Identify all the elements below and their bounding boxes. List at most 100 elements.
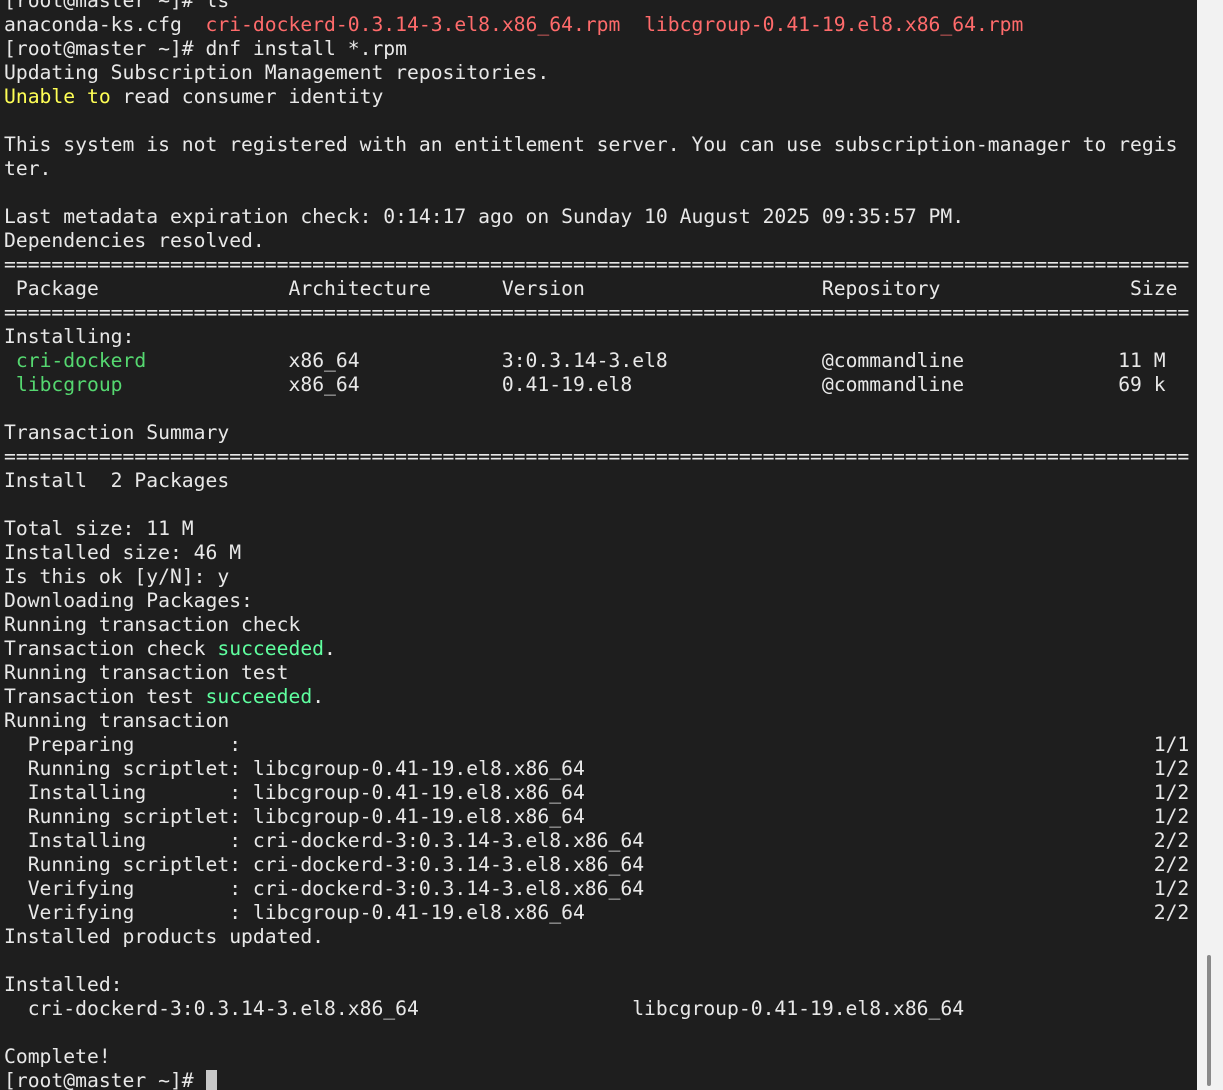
terminal-line: Verifying : libcgroup-0.41-19.el8.x86_64… — [4, 901, 1190, 925]
text-segment: Running transaction — [4, 709, 230, 732]
text-segment: Installing : libcgroup-0.41-19.el8.x86_6… — [4, 781, 1190, 804]
text-segment: . — [312, 685, 325, 708]
text-segment: Running scriptlet: libcgroup-0.41-19.el8… — [4, 757, 1190, 780]
text-segment: ========================================… — [4, 445, 1190, 468]
colored-text: libcgroup-0.41-19.el8.x86_64.rpm — [644, 13, 1024, 36]
terminal-line: ========================================… — [4, 301, 1189, 325]
text-segment: [root@master ~]# dnf install *.rpm — [4, 37, 407, 60]
terminal-line: Preparing : 1/1 — [4, 733, 1190, 757]
text-segment — [4, 349, 16, 372]
terminal-line: This system is not registered with an en… — [4, 133, 1189, 157]
terminal-line: Updating Subscription Management reposit… — [4, 61, 1189, 85]
terminal-line: [root@master ~]# dnf install *.rpm — [4, 37, 1189, 61]
terminal-line: Downloading Packages: — [4, 589, 1189, 613]
terminal-line: Running scriptlet: libcgroup-0.41-19.el8… — [4, 805, 1190, 829]
terminal-line: Transaction check succeeded. — [4, 637, 1189, 661]
terminal-line: Running transaction test — [4, 661, 1189, 685]
terminal-line: Verifying : cri-dockerd-3:0.3.14-3.el8.x… — [4, 877, 1190, 901]
terminal-line: Installed products updated. — [4, 925, 1189, 949]
terminal-line: Transaction test succeeded. — [4, 685, 1189, 709]
text-segment: . — [324, 637, 336, 660]
terminal-line: ========================================… — [4, 253, 1189, 277]
text-segment: Transaction Summary — [4, 421, 230, 444]
text-segment: Installed: — [4, 973, 123, 996]
text-segment: Running transaction test — [4, 661, 289, 684]
text-segment: read consumer identity — [110, 85, 384, 108]
terminal-output: [root@master ~]# ls anaconda-ks.cfg cri-d… — [4, 0, 1189, 1090]
text-segment: Installing: — [4, 325, 135, 348]
text-segment: ========================================… — [4, 301, 1190, 324]
terminal-line: Last metadata expiration check: 0:14:17 … — [4, 205, 1189, 229]
text-segment: Updating Subscription Management reposit… — [4, 61, 550, 84]
text-segment: Total size: 11 M — [4, 517, 194, 540]
text-segment: Downloading Packages: — [4, 589, 253, 612]
text-segment: Complete! — [4, 1045, 111, 1068]
text-segment: Running scriptlet: cri-dockerd-3:0.3.14-… — [4, 853, 1190, 876]
text-segment: cri-dockerd-3:0.3.14-3.el8.x86_64 libcgr… — [4, 997, 965, 1020]
text-segment: x86_64 3:0.3.14-3.el8 @commandline 11 M — [146, 349, 1166, 372]
prompt-line[interactable]: [root@master ~]# — [4, 1069, 1189, 1090]
text-segment: Verifying : libcgroup-0.41-19.el8.x86_64… — [4, 901, 1190, 924]
text-segment: Last metadata expiration check: 0:14:17 … — [4, 205, 965, 228]
text-segment: Installed products updated. — [4, 925, 325, 948]
text-segment: This system is not registered with an en… — [4, 133, 1178, 156]
text-segment: ter. — [4, 157, 52, 180]
terminal-line: Unable to read consumer identity — [4, 85, 1189, 109]
text-segment: Running transaction check — [4, 613, 301, 636]
text-segment: Package Architecture Version Repository … — [4, 277, 1178, 300]
terminal-line: Complete! — [4, 1045, 1189, 1069]
colored-text: succeeded — [217, 637, 325, 660]
terminal-line: Installing : libcgroup-0.41-19.el8.x86_6… — [4, 781, 1190, 805]
colored-text: cri-dockerd — [15, 349, 147, 372]
terminal-line: Running scriptlet: libcgroup-0.41-19.el8… — [4, 757, 1190, 781]
scrollbar-thumb[interactable] — [1207, 955, 1211, 1086]
terminal-line: Installed: — [4, 973, 1189, 997]
terminal-line: anaconda-ks.cfg cri-dockerd-0.3.14-3.el8… — [4, 13, 1189, 37]
terminal-line: Install 2 Packages — [4, 469, 1189, 493]
terminal-line: Installing: — [4, 325, 1189, 349]
terminal-line: Installed size: 46 M — [4, 541, 1189, 565]
text-segment: Installing : cri-dockerd-3:0.3.14-3.el8.… — [4, 829, 1190, 852]
terminal-line: [root@master ~]# ls — [4, 0, 1189, 13]
terminal-line: libcgroup x86_64 0.41-19.el8 @commandlin… — [4, 373, 1189, 397]
colored-text: Unable to — [4, 85, 111, 108]
shell-prompt: [root@master ~]# — [4, 1069, 206, 1090]
text-segment: Preparing : 1/1 — [4, 733, 1190, 756]
text-segment: Installed size: 46 M — [4, 541, 242, 564]
text-segment: Running scriptlet: libcgroup-0.41-19.el8… — [4, 805, 1190, 828]
text-segment: anaconda-ks.cfg — [4, 13, 206, 36]
text-segment: x86_64 0.41-19.el8 @commandline 69 k — [122, 373, 1166, 396]
scrollbar[interactable] — [1197, 0, 1223, 1090]
terminal-line: Running transaction check — [4, 613, 1189, 637]
text-segment: Transaction test — [4, 685, 206, 708]
text-segment — [4, 373, 16, 396]
terminal-line: Package Architecture Version Repository … — [4, 277, 1189, 301]
terminal-line: ========================================… — [4, 445, 1189, 469]
terminal-line: ter. — [4, 157, 1189, 181]
colored-text: cri-dockerd-0.3.14-3.el8.x86_64.rpm — [205, 13, 621, 36]
terminal-line: Is this ok [y/N]: y — [4, 565, 1189, 589]
colored-text: succeeded — [205, 685, 313, 708]
terminal-line: Transaction Summary — [4, 421, 1189, 445]
terminal-line: Dependencies resolved. — [4, 229, 1189, 253]
terminal-window[interactable]: [root@master ~]# ls anaconda-ks.cfg cri-d… — [0, 0, 1197, 1090]
text-segment: Install 2 Packages — [4, 469, 230, 492]
text-segment: Transaction check — [4, 637, 218, 660]
text-segment — [620, 13, 644, 36]
terminal-line: Running scriptlet: cri-dockerd-3:0.3.14-… — [4, 853, 1190, 877]
terminal-line: Running transaction — [4, 709, 1189, 733]
terminal-line: cri-dockerd-3:0.3.14-3.el8.x86_64 libcgr… — [4, 997, 1189, 1021]
text-segment: [root@master ~]# ls — [4, 0, 230, 12]
text-segment: ========================================… — [4, 253, 1190, 276]
text-segment: Is this ok [y/N]: y — [4, 565, 230, 588]
text-segment: Dependencies resolved. — [4, 229, 265, 252]
terminal-line: Installing : cri-dockerd-3:0.3.14-3.el8.… — [4, 829, 1190, 853]
colored-text: libcgroup — [15, 373, 123, 396]
text-segment: Verifying : cri-dockerd-3:0.3.14-3.el8.x… — [4, 877, 1190, 900]
terminal-line: Total size: 11 M — [4, 517, 1189, 541]
